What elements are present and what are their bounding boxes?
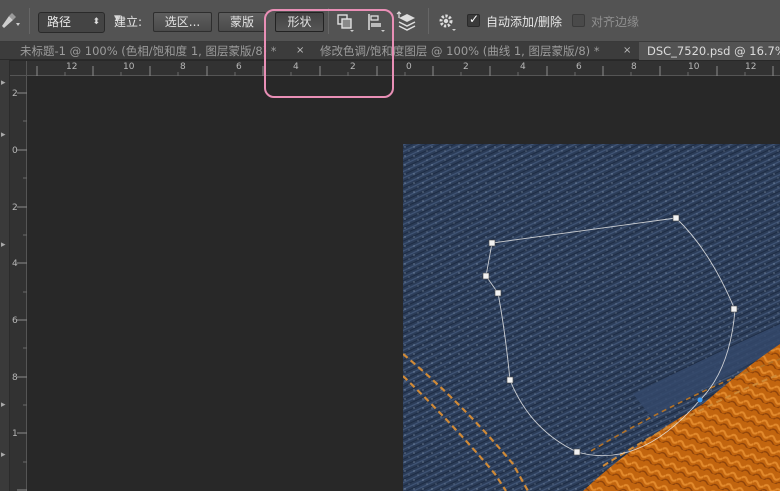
tool-icon[interactable]: ▸ [1,130,6,140]
document-tab-active[interactable]: DSC_7520.psd @ 16.7% ( [639,42,780,60]
align-edges-label: 对齐边缘 [591,15,640,29]
highlight-annotation [264,9,394,98]
chevron-updown-icon: ⬍ [92,17,100,27]
ruler-tick-label: 8 [12,373,18,383]
ruler-tick-label: 1 [12,429,18,439]
document-tab[interactable]: 未标题-1 @ 100% (色相/饱和度 1, 图层蒙版/8) * [12,42,302,60]
tool-mode-value: 路径 [47,15,72,29]
ruler-tick-label: 12 [745,62,757,72]
build-label: 建立: [114,15,143,29]
gear-icon[interactable] [437,12,459,32]
tool-icon[interactable]: ▸ [1,240,6,250]
close-icon[interactable]: × [623,42,631,60]
tool-icon[interactable]: ▸ [1,78,6,88]
mask-button[interactable]: 蒙版 [218,12,266,32]
ruler-tick-label: 10 [688,62,700,72]
tab-label: 未标题-1 @ 100% (色相/饱和度 1, 图层蒙版/8) * [20,44,277,58]
selection-button[interactable]: 选区... [153,12,212,32]
ruler-tick-label: 8 [180,62,186,72]
ruler-tick-label: 2 [12,203,18,213]
tool-icon[interactable]: ▸ [1,450,6,460]
tool-mode-dropdown[interactable]: 路径 ⬍ [38,12,105,33]
tool-icon[interactable]: ▸ [1,400,6,410]
horizontal-ruler[interactable]: 12 10 8 6 4 2 0 2 4 6 8 10 12 [27,61,780,76]
ruler-tick-label: 4 [12,259,18,269]
document-image[interactable] [403,144,780,491]
auto-add-delete-checkbox[interactable] [467,12,480,27]
ruler-tick-label: 0 [12,146,18,156]
align-edges-checkbox[interactable] [572,14,585,27]
ruler-tick-label: 8 [631,62,637,72]
ruler-origin[interactable] [10,61,27,76]
canvas-area[interactable] [28,77,780,491]
ruler-tick-label: 2 [463,62,469,72]
ruler-tick-label: 2 [12,89,18,99]
path-arrangement-icon[interactable] [396,11,418,33]
ruler-tick-label: 4 [520,62,526,72]
tools-panel-edge: ▸ ▸ ▸ ▸ ▸ [0,60,10,491]
tab-label: DSC_7520.psd @ 16.7% ( [647,44,780,58]
ruler-tick-label: 6 [12,316,18,326]
pen-tool-icon[interactable] [0,10,22,32]
ruler-tick-label: 0 [406,62,412,72]
auto-add-delete-label: 自动添加/删除 [486,15,563,29]
ruler-tick-label: 6 [236,62,242,72]
ruler-tick-label: 6 [576,62,582,72]
ruler-tick-label: 12 [66,62,78,72]
ruler-tick-label: 10 [123,62,135,72]
vertical-ruler[interactable]: 2 0 2 4 6 8 1 [10,76,27,491]
